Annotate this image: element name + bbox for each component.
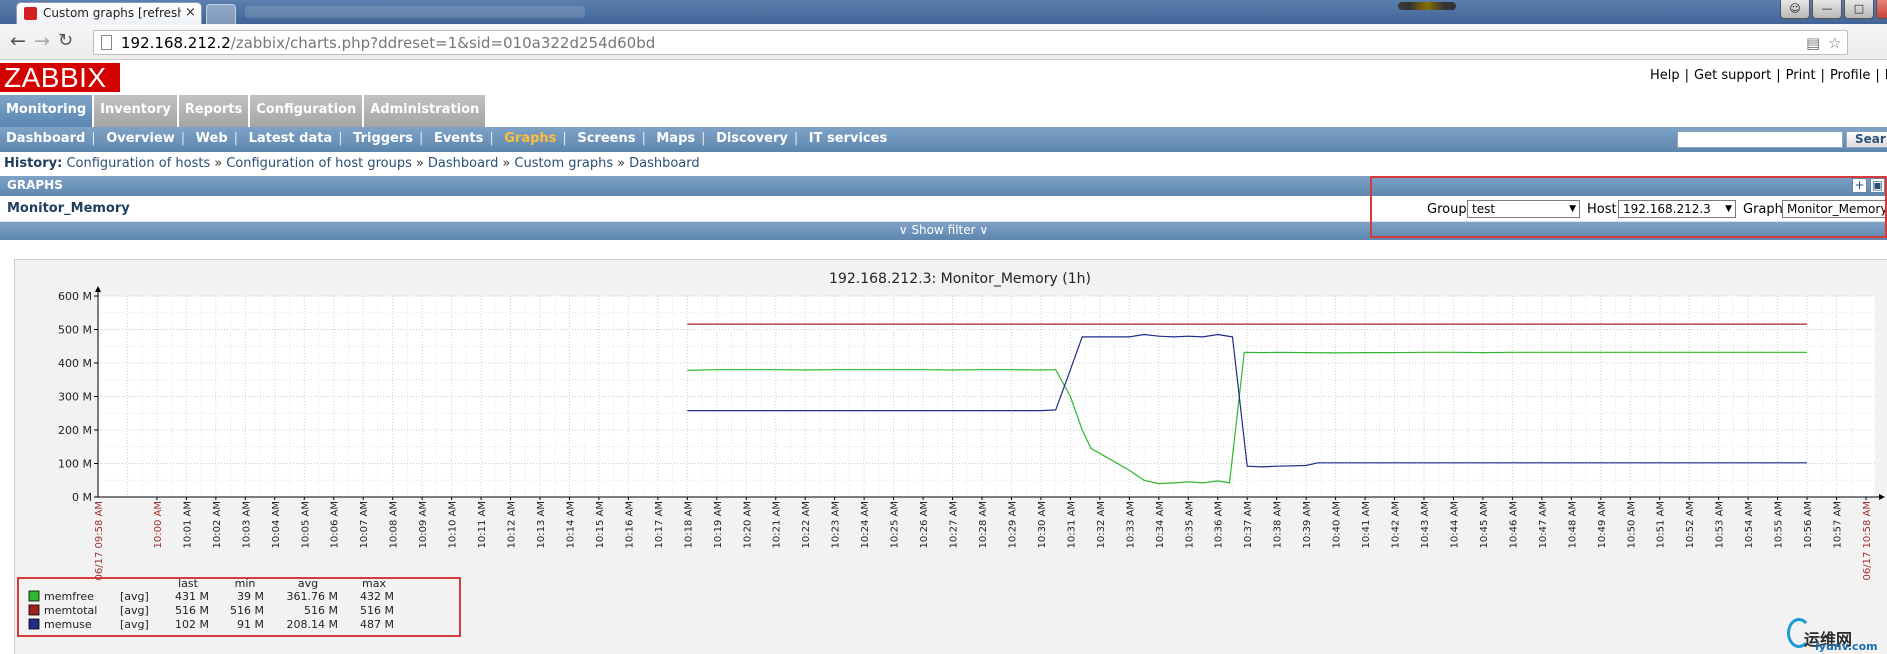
x-tick-label: 10:49 AM — [1597, 501, 1608, 548]
x-tick-label: 10:39 AM — [1302, 501, 1313, 548]
x-tick-label: 10:25 AM — [890, 501, 901, 548]
x-tick-label: 10:45 AM — [1479, 501, 1490, 548]
x-tick-label: 10:55 AM — [1774, 501, 1785, 548]
x-tick-label: 10:28 AM — [978, 501, 989, 548]
chart-title: 192.168.212.3: Monitor_Memory (1h) — [829, 271, 1091, 287]
x-tick-label: 10:50 AM — [1626, 501, 1637, 548]
x-tick-label: 10:29 AM — [1007, 501, 1018, 548]
x-tick-label: 10:36 AM — [1214, 501, 1225, 548]
x-tick-label: 10:22 AM — [801, 501, 812, 548]
x-tick-label: 10:33 AM — [1125, 501, 1136, 548]
x-tick-label: 10:20 AM — [742, 501, 753, 548]
x-tick-label: 10:16 AM — [624, 501, 635, 548]
x-tick-label: 10:30 AM — [1037, 501, 1048, 548]
x-tick-label: 10:46 AM — [1508, 501, 1519, 548]
x-tick-label: 10:54 AM — [1744, 501, 1755, 548]
x-tick-label: 10:00 AM — [153, 501, 164, 548]
x-tick-label: 10:02 AM — [212, 501, 223, 548]
x-tick-label: 10:01 AM — [182, 501, 193, 548]
y-axis-arrow — [95, 286, 101, 292]
x-tick-label: 10:03 AM — [241, 501, 252, 548]
x-tick-label: 10:14 AM — [565, 501, 576, 548]
x-tick-label: 10:41 AM — [1361, 501, 1372, 548]
x-tick-label: 10:06 AM — [330, 501, 341, 548]
x-tick-label: 10:27 AM — [949, 501, 960, 548]
y-tick-label: 600 M — [58, 290, 92, 303]
x-tick-label: 10:19 AM — [713, 501, 724, 548]
x-tick-label: 10:18 AM — [683, 501, 694, 548]
x-tick-label: 10:11 AM — [477, 501, 488, 548]
x-axis-arrow — [1879, 494, 1885, 500]
x-tick-label: 10:48 AM — [1567, 501, 1578, 548]
x-tick-label: 10:23 AM — [831, 501, 842, 548]
y-tick-label: 100 M — [58, 458, 92, 471]
x-tick-label: 10:34 AM — [1155, 501, 1166, 548]
x-tick-label: 10:13 AM — [536, 501, 547, 548]
x-tick-label: 10:37 AM — [1243, 501, 1254, 548]
x-tick-label: 10:15 AM — [595, 501, 606, 548]
x-tick-label: 10:24 AM — [860, 501, 871, 548]
y-tick-label: 0 M — [72, 491, 92, 504]
x-tick-label: 10:40 AM — [1332, 501, 1343, 548]
x-tick-label: 10:43 AM — [1420, 501, 1431, 548]
x-tick-label: 10:38 AM — [1273, 501, 1284, 548]
x-tick-label: 10:05 AM — [300, 501, 311, 548]
y-tick-label: 500 M — [58, 324, 92, 337]
x-tick-label: 10:53 AM — [1715, 501, 1726, 548]
y-tick-label: 300 M — [58, 391, 92, 404]
x-start-label: 06/17 09:58 AM — [94, 501, 105, 580]
x-tick-label: 10:47 AM — [1538, 501, 1549, 548]
y-tick-label: 200 M — [58, 424, 92, 437]
x-tick-label: 10:35 AM — [1184, 501, 1195, 548]
x-tick-label: 10:04 AM — [271, 501, 282, 548]
x-tick-label: 10:08 AM — [389, 501, 400, 548]
x-tick-label: 10:42 AM — [1391, 501, 1402, 548]
highlight-legend-box — [17, 577, 461, 637]
x-tick-label: 10:21 AM — [772, 501, 783, 548]
x-tick-label: 10:44 AM — [1449, 501, 1460, 548]
x-tick-label: 10:10 AM — [448, 501, 459, 548]
x-tick-label: 10:07 AM — [359, 501, 370, 548]
y-tick-label: 400 M — [58, 357, 92, 370]
x-tick-label: 10:52 AM — [1685, 501, 1696, 548]
x-tick-label: 10:56 AM — [1803, 501, 1814, 548]
x-tick-label: 10:51 AM — [1656, 501, 1667, 548]
x-tick-label: 10:26 AM — [919, 501, 930, 548]
x-tick-label: 10:12 AM — [507, 501, 518, 548]
x-tick-label: 10:31 AM — [1066, 501, 1077, 548]
x-tick-label: 10:09 AM — [418, 501, 429, 548]
x-tick-label: 10:32 AM — [1096, 501, 1107, 548]
memory-chart: 192.168.212.3: Monitor_Memory (1h) 600 M 5… — [28, 271, 1885, 631]
x-tick-label: 10:17 AM — [654, 501, 665, 548]
x-tick-label: 10:57 AM — [1833, 501, 1844, 548]
watermark-url: iyunv.com — [1815, 640, 1878, 653]
x-end-label: 06/17 10:58 AM — [1862, 501, 1873, 580]
